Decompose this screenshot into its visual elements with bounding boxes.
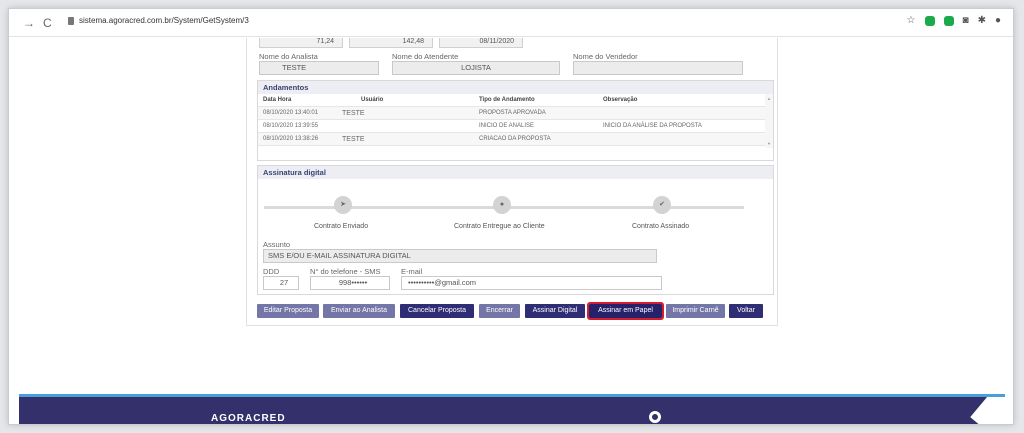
top-value-3: 08/11/2020 — [439, 38, 523, 48]
table-cell: CRIACAO DA PROPOSTA — [479, 136, 551, 142]
star-icon[interactable]: ☆ — [907, 15, 916, 26]
table-row[interactable]: 08/10/2020 13:39:55 INICIO DE ANALISE IN… — [258, 120, 773, 133]
andamentos-title: Andamentos — [258, 81, 773, 94]
top-value-2: 142,48 — [349, 38, 433, 48]
analista-label: Nome do Analista — [259, 52, 318, 61]
column-observacao: Observação — [603, 97, 638, 103]
ddd-input[interactable]: 27 — [263, 276, 299, 290]
phone-input[interactable]: 998•••••• — [310, 276, 390, 290]
email-input[interactable]: ••••••••••@gmail.com — [401, 276, 662, 290]
assunto-label: Assunto — [263, 240, 291, 249]
lock-icon — [68, 17, 74, 25]
user-icon: ● — [493, 196, 511, 214]
atendente-input[interactable]: LOJISTA — [392, 61, 560, 75]
footer-corner-shape — [970, 397, 1005, 424]
table-cell: 08/10/2020 13:39:55 — [263, 123, 319, 129]
top-value-1: 71,24 — [259, 38, 343, 48]
table-cell: 08/10/2020 13:40:01 — [263, 110, 319, 116]
cancelar-proposta-button[interactable]: Cancelar Proposta — [400, 304, 474, 318]
footer-logo-icon — [649, 411, 661, 423]
imprimir-carne-button[interactable]: Imprimir Carnê — [666, 304, 725, 318]
phone-label: N° do telefone - SMS — [310, 267, 381, 276]
table-cell: INICIO DA ANÁLISE DA PROPOSTA — [603, 123, 702, 129]
ddd-label: DDD — [263, 267, 280, 276]
whatsapp-extension-icon[interactable] — [924, 15, 935, 26]
analista-input[interactable]: TESTE — [259, 61, 379, 75]
send-icon: ➤ — [334, 196, 352, 214]
scroll-down-icon[interactable]: ▼ — [767, 141, 771, 146]
table-cell: 08/10/2020 13:38:26 — [263, 136, 319, 142]
page-content: 71,24 142,48 08/11/2020 Nome do Analista… — [9, 38, 1013, 394]
vendedor-label: Nome do Vendedor — [573, 52, 638, 61]
puzzle-icon[interactable]: ✱ — [978, 15, 986, 26]
assinatura-section: Assinatura digital ➤ ● ✔ Contrato Enviad… — [257, 165, 774, 295]
footer-brand: AGORACRED — [211, 413, 286, 424]
email-label: E-mail — [401, 267, 423, 276]
profile-icon[interactable]: ● — [995, 15, 1001, 26]
table-cell: INICIO DE ANALISE — [479, 123, 535, 129]
step-entregue: Contrato Entregue ao Cliente — [454, 223, 545, 230]
enviar-analista-button[interactable]: Enviar ao Analista — [323, 304, 395, 318]
assinatura-title: Assinatura digital — [258, 166, 773, 179]
atendente-label: Nome do Atendente — [392, 52, 459, 61]
table-cell: TESTE — [342, 110, 365, 117]
site-footer: AGORACRED — [19, 394, 1005, 424]
andamentos-section: Andamentos Data Hora Usuário Tipo de And… — [257, 80, 774, 161]
voltar-button[interactable]: Voltar — [729, 304, 763, 318]
editar-proposta-button[interactable]: Editar Proposta — [257, 304, 319, 318]
column-data-hora: Data Hora — [263, 97, 292, 103]
assinar-papel-button[interactable]: Assinar em Papel — [587, 302, 664, 320]
column-tipo: Tipo de Andamento — [479, 97, 535, 103]
vendedor-input[interactable] — [573, 61, 743, 75]
camera-icon[interactable]: ◙ — [963, 15, 969, 26]
table-cell: PROPOSTA APROVADA — [479, 110, 546, 116]
address-bar[interactable]: sistema.agoracred.com.br/System/GetSyste… — [59, 13, 989, 31]
browser-toolbar: → C sistema.agoracred.com.br/System/GetS… — [9, 9, 1013, 37]
step-enviado: Contrato Enviado — [314, 223, 369, 230]
assunto-input[interactable]: SMS E/OU E-MAIL ASSINATURA DIGITAL — [263, 249, 657, 263]
chat-extension-icon[interactable] — [943, 15, 954, 26]
browser-extensions: ☆ ◙ ✱ ● — [907, 15, 1001, 26]
check-icon: ✔ — [653, 196, 671, 214]
column-usuario: Usuário — [361, 97, 384, 103]
browser-window: → C sistema.agoracred.com.br/System/GetS… — [8, 8, 1014, 425]
table-row[interactable]: 08/10/2020 13:38:26 TESTE CRIACAO DA PRO… — [258, 133, 773, 146]
table-scrollbar[interactable]: ▲ ▼ — [765, 94, 773, 148]
table-cell: TESTE — [342, 136, 365, 143]
proposal-form: 71,24 142,48 08/11/2020 Nome do Analista… — [246, 38, 778, 326]
table-row[interactable]: 08/10/2020 13:40:01 TESTE PROPOSTA APROV… — [258, 107, 773, 120]
url-text: sistema.agoracred.com.br/System/GetSyste… — [79, 16, 249, 25]
step-assinado: Contrato Assinado — [632, 223, 690, 230]
scroll-up-icon[interactable]: ▲ — [767, 96, 771, 101]
encerrar-button[interactable]: Encerrar — [479, 304, 520, 318]
assinar-digital-button[interactable]: Assinar Digital — [525, 304, 585, 318]
forward-icon[interactable]: → — [23, 16, 35, 30]
reload-icon[interactable]: C — [43, 16, 52, 30]
andamentos-header: Data Hora Usuário Tipo de Andamento Obse… — [258, 94, 773, 107]
